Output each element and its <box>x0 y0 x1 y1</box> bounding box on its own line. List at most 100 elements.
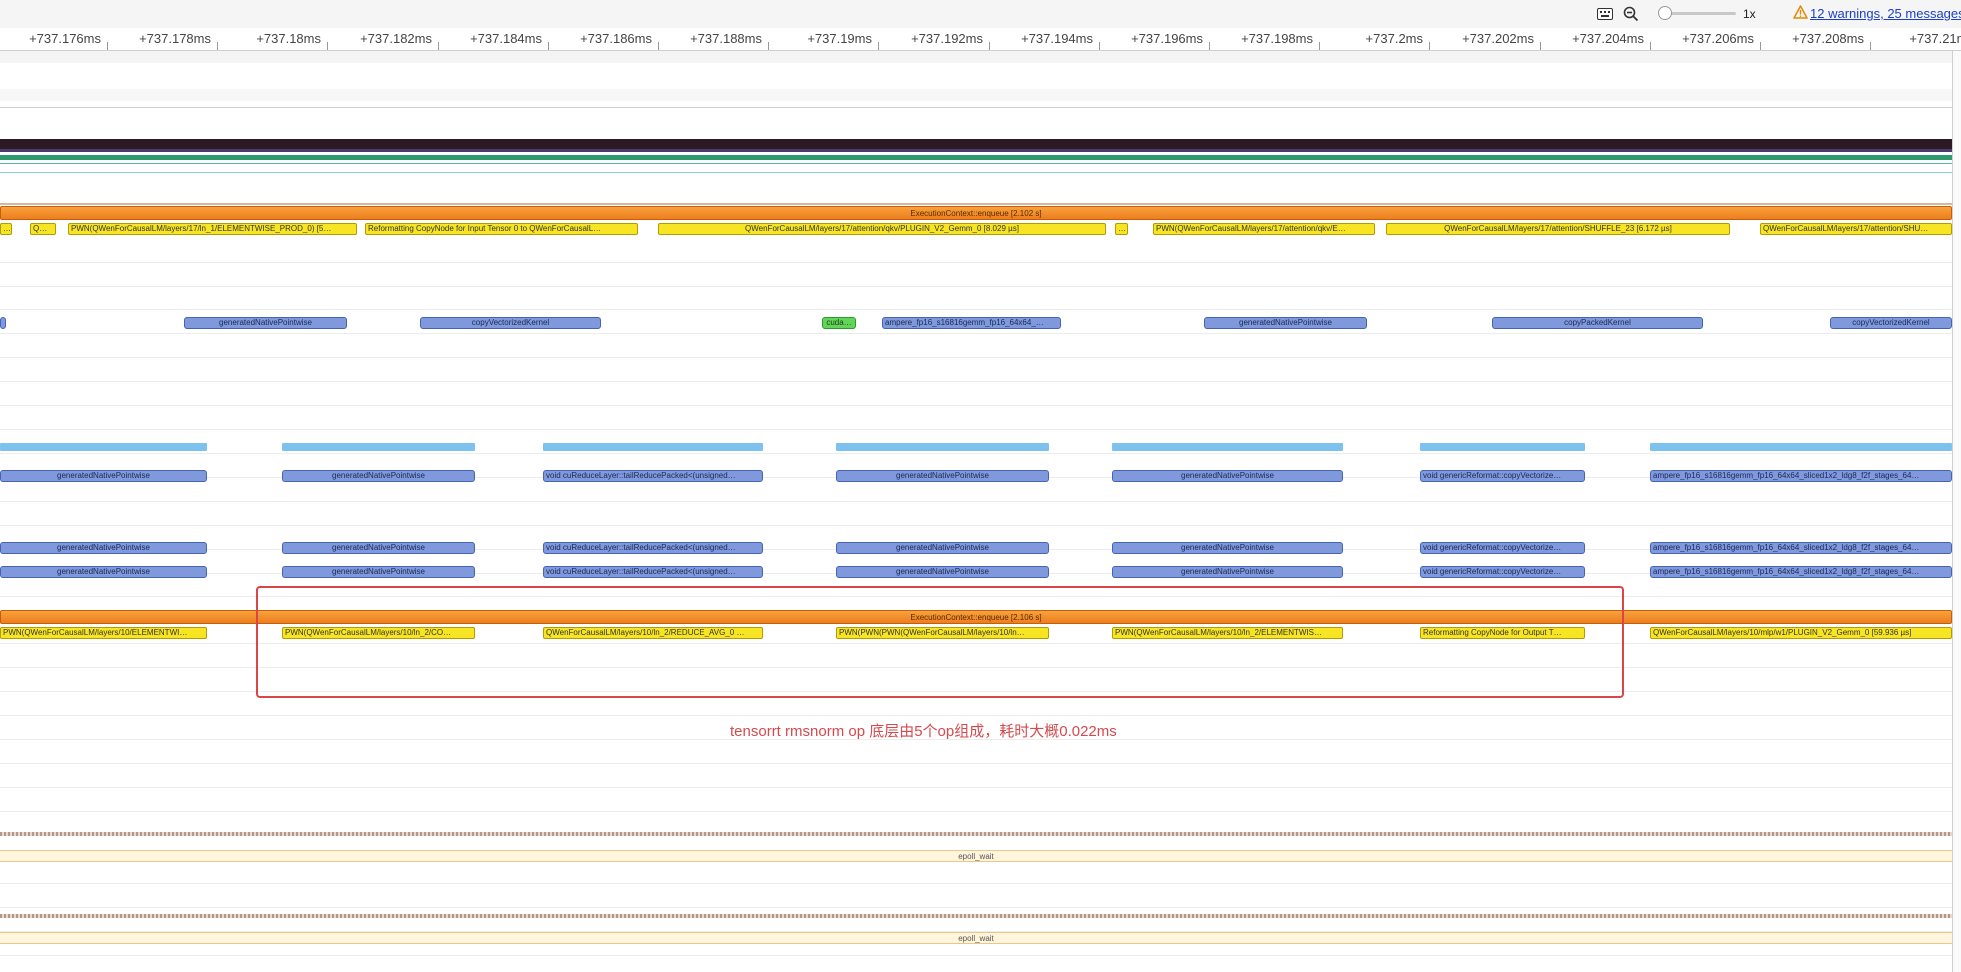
gpu-kernel-slice[interactable]: generatedNativePointwise <box>282 566 475 578</box>
cpu-op-slice[interactable]: PWN(QWenForCausalLM/layers/10/ELEMENTWI… <box>0 627 207 639</box>
gpu-kernel-slice[interactable]: copyPackedKernel <box>1492 317 1703 329</box>
thin-track <box>0 163 1952 164</box>
gpu-kernel-slice[interactable]: void genericReformat::copyVectorize… <box>1420 542 1585 554</box>
gpu-kernel-slice[interactable]: void cuReduceLayer::tailReducePacked<(un… <box>543 470 763 482</box>
ruler-tick-label: +737.196ms <box>1131 31 1203 46</box>
cpu-op-slice[interactable]: Reformatting CopyNode for Input Tensor 0… <box>365 223 638 235</box>
gpu-kernel-slice[interactable]: generatedNativePointwise <box>836 470 1049 482</box>
cpu-op-slice[interactable]: QWenForCausalLM/layers/10/mlp/w1/PLUGIN_… <box>1650 627 1952 639</box>
gpu-kernel-slice[interactable]: generatedNativePointwise <box>282 542 475 554</box>
gpu-kernel-slice[interactable]: ampere_fp16_s16816gemm_fp16_64x64_sliced… <box>1650 566 1952 578</box>
stream-activity-bar[interactable] <box>543 443 763 451</box>
lane-line <box>0 955 1952 956</box>
stream-activity-bar[interactable] <box>1420 443 1585 451</box>
zoom-out-icon[interactable] <box>1622 5 1640 23</box>
gpu-kernel-slice[interactable]: void genericReformat::copyVectorize… <box>1420 566 1585 578</box>
epoll-wait-slice[interactable]: epoll_wait <box>0 932 1952 944</box>
lane-line <box>0 405 1952 406</box>
gpu-kernel-slice[interactable]: generatedNativePointwise <box>184 317 347 329</box>
ruler-tick <box>107 42 108 50</box>
lane-line <box>0 907 1952 908</box>
gpu-kernel-slice[interactable]: generatedNativePointwise <box>1204 317 1367 329</box>
thread-separator <box>0 832 1952 836</box>
cpu-op-slice[interactable]: QW… <box>30 223 56 235</box>
green-track <box>0 155 1952 160</box>
ruler-tick-label: +737.206ms <box>1682 31 1754 46</box>
cpu-op-slice[interactable]: … <box>0 223 12 235</box>
lane-line <box>0 357 1952 358</box>
ruler-tick-label: +737.182ms <box>360 31 432 46</box>
lane-line <box>0 811 1952 812</box>
ruler-tick-label: +737.184ms <box>470 31 542 46</box>
keyboard-icon[interactable] <box>1596 5 1614 23</box>
gpu-kernel-slice[interactable]: generatedNativePointwise <box>0 470 207 482</box>
gpu-kernel-slice[interactable]: ampere_fp16_s16816gemm_fp16_64x64_sliced… <box>1650 470 1952 482</box>
gpu-kernel-slice[interactable]: void cuReduceLayer::tailReducePacked<(un… <box>543 542 763 554</box>
lane-line <box>0 883 1952 884</box>
lane-line <box>0 381 1952 382</box>
execution-enqueue-slice[interactable]: ExecutionContext::enqueue [2.102 s] <box>0 206 1952 220</box>
ruler-tick <box>1429 42 1430 50</box>
ruler-tick <box>217 42 218 50</box>
gpu-kernel-slice[interactable]: generatedNativePointwise <box>0 542 207 554</box>
ruler-tick-label: +737.19ms <box>807 31 872 46</box>
cpu-op-slice[interactable]: QWenForCausalLM/layers/17/attention/SHU… <box>1760 223 1952 235</box>
gpu-kernel-slice[interactable]: generatedNativePointwise <box>1112 470 1343 482</box>
stream-activity-bar[interactable] <box>1112 443 1343 451</box>
ruler-tick-label: +737.208ms <box>1792 31 1864 46</box>
warnings-link[interactable]: 12 warnings, 25 messages <box>1810 6 1961 21</box>
epoll-wait-slice[interactable]: epoll_wait <box>0 850 1952 862</box>
ruler-tick <box>327 42 328 50</box>
track-divider <box>0 107 1952 108</box>
ruler-tick <box>1319 42 1320 50</box>
lane-line <box>0 309 1952 310</box>
gpu-kernel-slice[interactable]: generatedNativePointwise <box>836 542 1049 554</box>
gpu-kernel-slice[interactable]: generatedNativePointwise <box>1112 566 1343 578</box>
thread-separator <box>0 914 1952 918</box>
ruler-tick-label: +737.18ms <box>256 31 321 46</box>
zoom-slider[interactable] <box>1658 6 1736 20</box>
memcpy-slice[interactable]: cuda… <box>822 317 856 329</box>
cpu-op-slice[interactable]: PWN(QWenForCausalLM/layers/17/attention/… <box>1153 223 1375 235</box>
zoom-slider-thumb[interactable] <box>1658 6 1672 20</box>
gpu-kernel-slice[interactable]: ampere_fp16_s16816gemm_fp16_64x64_sliced… <box>1650 542 1952 554</box>
lane-line <box>0 262 1952 263</box>
lane-line <box>0 501 1952 502</box>
ruler-tick <box>1209 42 1210 50</box>
stream-activity-bar[interactable] <box>0 443 207 451</box>
ruler-tick-label: +737.204ms <box>1572 31 1644 46</box>
lane-line <box>0 787 1952 788</box>
cpu-op-slice[interactable]: QWenForCausalLM/layers/17/attention/qkv/… <box>658 223 1106 235</box>
lane-line <box>0 429 1952 430</box>
ruler-tick <box>1870 42 1871 50</box>
cpu-op-slice[interactable]: PWN(QWenForCausalLM/layers/17/ln_1/ELEME… <box>68 223 357 235</box>
gpu-kernel-slice[interactable]: generatedNativePointwise <box>836 566 1049 578</box>
lane-line <box>0 763 1952 764</box>
track-divider <box>0 203 1952 205</box>
lane-line <box>0 525 1952 526</box>
gpu-kernel-slice[interactable]: copyVectorizedKernel <box>1830 317 1952 329</box>
lane-line <box>0 715 1952 716</box>
stream-activity-bar[interactable] <box>836 443 1049 451</box>
ruler-tick-label: +737.21ms <box>1909 31 1961 46</box>
stream-activity-bar[interactable] <box>282 443 475 451</box>
ruler-tick <box>1650 42 1651 50</box>
ruler-tick-label: +737.198ms <box>1241 31 1313 46</box>
gpu-kernel-slice[interactable] <box>0 317 6 329</box>
stream-activity-bar[interactable] <box>1650 443 1952 451</box>
ruler-tick <box>1099 42 1100 50</box>
gpu-kernel-slice[interactable]: generatedNativePointwise <box>0 566 207 578</box>
toolbar: 1x 12 warnings, 25 messages <box>0 0 1961 29</box>
ruler-tick-label: +737.194ms <box>1021 31 1093 46</box>
cpu-op-slice[interactable]: … <box>1115 223 1128 235</box>
ruler-tick-label: +737.2ms <box>1365 31 1423 46</box>
gpu-kernel-slice[interactable]: ampere_fp16_s16816gemm_fp16_64x64_… <box>882 317 1061 329</box>
gpu-kernel-slice[interactable]: copyVectorizedKernel <box>420 317 601 329</box>
cpu-op-slice[interactable]: QWenForCausalLM/layers/17/attention/SHUF… <box>1386 223 1730 235</box>
gpu-kernel-slice[interactable]: generatedNativePointwise <box>282 470 475 482</box>
time-ruler: +737.176ms +737.178ms +737.18ms +737.182ms +… <box>0 28 1961 51</box>
gpu-kernel-slice[interactable]: void genericReformat::copyVectorize… <box>1420 470 1585 482</box>
vertical-scrollbar[interactable] <box>1953 51 1961 972</box>
gpu-kernel-slice[interactable]: generatedNativePointwise <box>1112 542 1343 554</box>
gpu-kernel-slice[interactable]: void cuReduceLayer::tailReducePacked<(un… <box>543 566 763 578</box>
